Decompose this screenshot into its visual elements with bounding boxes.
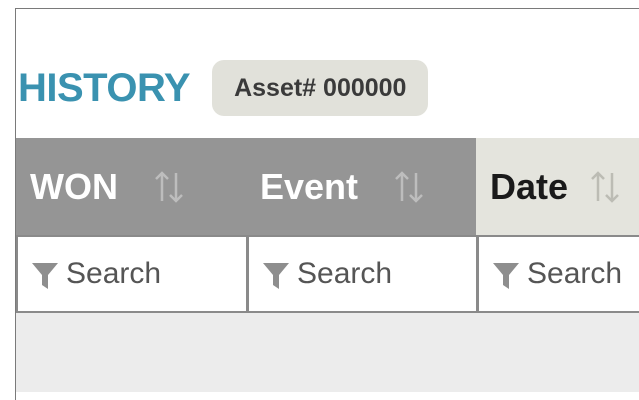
table-body bbox=[16, 313, 639, 392]
filter-cell-won bbox=[16, 235, 246, 313]
history-title-row: HISTORY Asset# 000000 bbox=[15, 60, 429, 116]
filter-cell-date bbox=[476, 235, 639, 313]
table-header-row: WON Event Date bbox=[16, 138, 639, 235]
funnel-icon bbox=[32, 263, 58, 289]
search-input-event[interactable] bbox=[297, 257, 467, 291]
filter-cell-event bbox=[246, 235, 476, 313]
asset-badge: Asset# 000000 bbox=[212, 60, 429, 116]
sort-arrows-icon[interactable] bbox=[152, 167, 186, 207]
column-header-label: Date bbox=[490, 165, 569, 207]
column-header-label: Event bbox=[260, 165, 359, 207]
column-header-event[interactable]: Event bbox=[246, 138, 476, 235]
sort-arrows-icon[interactable] bbox=[392, 167, 426, 207]
search-input-won[interactable] bbox=[66, 257, 236, 291]
column-header-won[interactable]: WON bbox=[16, 138, 246, 235]
column-header-label: WON bbox=[30, 165, 118, 207]
funnel-icon bbox=[493, 263, 519, 289]
page-title: HISTORY bbox=[18, 66, 191, 110]
table-filter-row bbox=[16, 235, 639, 313]
search-input-date[interactable] bbox=[527, 257, 637, 291]
sort-arrows-icon[interactable] bbox=[588, 167, 622, 207]
funnel-icon bbox=[263, 263, 289, 289]
column-header-date[interactable]: Date bbox=[476, 138, 639, 235]
